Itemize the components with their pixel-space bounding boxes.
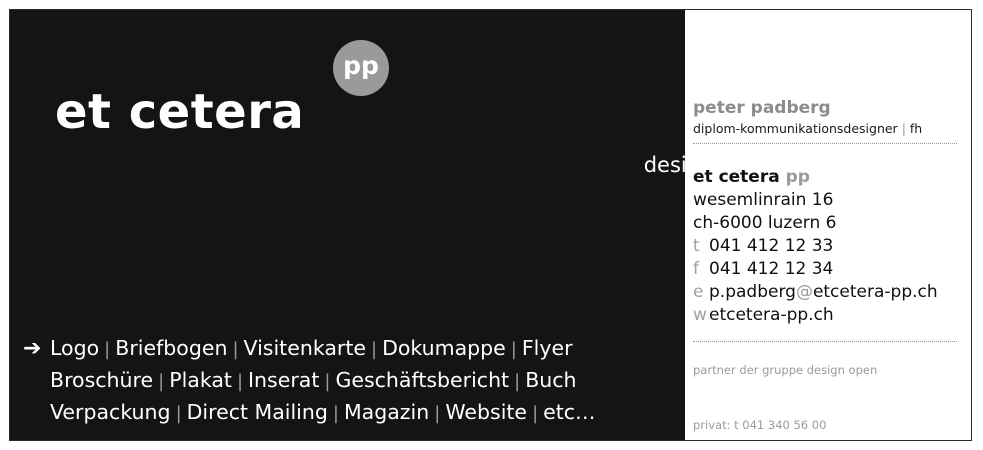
title-main: diplom-kommunikationsdesigner xyxy=(693,121,898,136)
email-link[interactable]: p.padberg@etcetera-pp.ch xyxy=(709,282,938,302)
website-link[interactable]: etcetera-pp.ch xyxy=(709,305,834,325)
person-title: diplom-kommunikationsdesigner | fh xyxy=(693,121,922,136)
separator: | xyxy=(236,371,244,392)
fax-label: f xyxy=(693,259,699,279)
services-row: Verpackung | Direct Mailing | Magazin | Web… xyxy=(23,397,596,429)
service-item: Logo xyxy=(50,336,100,360)
web-label: w xyxy=(693,305,707,325)
service-item: Buch xyxy=(525,368,577,392)
email-domain: etcetera-pp.ch xyxy=(812,282,938,302)
contact-details: peter padberg diplom-kommunikationsdesig… xyxy=(685,9,971,441)
email-line: e p.padberg@etcetera-pp.ch xyxy=(693,281,938,304)
phone-line: t 041 412 12 33 xyxy=(693,235,833,258)
arrow-right-icon: ➔ xyxy=(23,336,42,361)
person-name: peter padberg xyxy=(693,98,831,118)
service-item: Website xyxy=(445,400,528,424)
company-name: et cetera pp xyxy=(693,167,810,187)
web-line: w etcetera-pp.ch xyxy=(693,304,834,327)
services-row: ➔ Logo | Briefbogen | Visitenkarte | Dokuma… xyxy=(23,333,596,365)
service-item: Verpackung xyxy=(50,400,171,424)
title-suffix: fh xyxy=(909,121,923,136)
separator: | xyxy=(158,371,165,392)
phone-label: t xyxy=(693,236,700,256)
service-item: Visitenkarte xyxy=(243,336,366,360)
street-address: wesemlinrain 16 xyxy=(693,190,834,210)
dotted-divider xyxy=(693,143,957,144)
separator: | xyxy=(434,403,441,424)
title-separator: | xyxy=(901,121,906,136)
email-user: p.padberg xyxy=(709,282,796,302)
city-address: ch-6000 luzern 6 xyxy=(693,213,837,233)
separator: | xyxy=(104,339,111,360)
email-label: e xyxy=(693,282,704,302)
service-item: Briefbogen xyxy=(115,336,228,360)
separator: | xyxy=(532,403,539,424)
brand-logo-text: et cetera xyxy=(55,84,305,140)
dotted-divider xyxy=(693,341,957,342)
service-item: Inserat xyxy=(248,368,320,392)
service-item: Flyer xyxy=(521,336,573,360)
separator: | xyxy=(510,339,517,360)
separator: | xyxy=(324,371,331,392)
company-name-main: et cetera xyxy=(693,167,780,187)
separator: | xyxy=(175,403,182,424)
partner-text: partner der gruppe design open xyxy=(693,363,878,377)
service-item: Broschüre xyxy=(50,368,154,392)
phone-number: 041 412 12 33 xyxy=(709,236,834,256)
separator: | xyxy=(514,371,521,392)
service-item: Direct Mailing xyxy=(186,400,328,424)
service-item: Geschäftsbericht xyxy=(335,368,510,392)
service-item: Magazin xyxy=(343,400,430,424)
separator: | xyxy=(332,403,339,424)
services-list: ➔ Logo | Briefbogen | Visitenkarte | Dokuma… xyxy=(23,333,596,429)
services-row: Broschüre | Plakat | Inserat | Geschäftsber… xyxy=(23,365,596,397)
separator: | xyxy=(232,339,239,360)
company-name-pp: pp xyxy=(785,167,810,187)
fax-line: f 041 412 12 34 xyxy=(693,258,833,281)
service-item: etc… xyxy=(543,400,596,424)
service-item: Dokumappe xyxy=(382,336,506,360)
service-item: Plakat xyxy=(169,368,232,392)
pp-badge: pp xyxy=(333,40,389,96)
separator: | xyxy=(370,339,378,360)
email-at: @ xyxy=(795,282,813,302)
private-phone: privat: t 041 340 56 00 xyxy=(693,418,827,432)
fax-number: 041 412 12 34 xyxy=(709,259,834,279)
